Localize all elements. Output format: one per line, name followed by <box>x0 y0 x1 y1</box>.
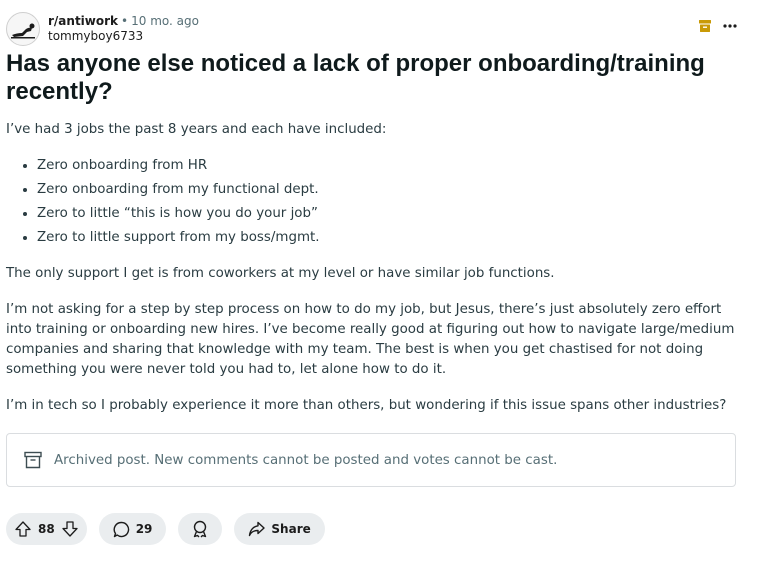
subreddit-link[interactable]: r/antiwork <box>48 14 118 28</box>
post-top-actions <box>699 20 737 32</box>
award-icon <box>192 520 208 538</box>
list-item: Zero to little “this is how you do your … <box>37 204 320 228</box>
post-paragraph: The only support I get is from coworkers… <box>6 266 555 281</box>
archive-icon <box>699 20 711 32</box>
post-action-bar: 88 29 Share <box>6 513 325 545</box>
list-item: Zero to little support from my boss/mgmt… <box>37 228 320 252</box>
downvote-icon[interactable] <box>61 520 79 538</box>
list-item: Zero onboarding from HR <box>37 156 320 180</box>
comment-count: 29 <box>135 522 153 536</box>
post-paragraph: I’m not asking for a step by step proces… <box>6 302 735 377</box>
bullet-list: Zero onboarding from HR Zero onboarding … <box>6 156 320 252</box>
more-options-icon[interactable] <box>723 24 737 28</box>
comment-icon <box>113 521 130 538</box>
vote-count: 88 <box>38 522 55 536</box>
post-title[interactable]: Has anyone else noticed a lack of proper… <box>6 50 726 106</box>
share-label: Share <box>271 522 311 536</box>
subreddit-avatar-icon[interactable] <box>6 12 40 46</box>
award-button[interactable] <box>178 513 223 545</box>
post-intro: I’ve had 3 jobs the past 8 years and eac… <box>6 122 387 137</box>
meta-separator: • <box>121 14 129 28</box>
upvote-icon[interactable] <box>14 520 32 538</box>
post-paragraph: I’m in tech so I probably experience it … <box>6 398 727 413</box>
post-meta: r/antiwork • 10 mo. ago tommyboy6733 <box>48 14 199 44</box>
post-header: r/antiwork • 10 mo. ago tommyboy6733 <box>6 12 199 46</box>
archived-notice: Archived post. New comments cannot be po… <box>6 433 736 487</box>
archive-box-icon <box>24 451 42 469</box>
vote-control: 88 <box>6 513 87 545</box>
share-button[interactable]: Share <box>234 513 325 545</box>
post-time: 10 mo. ago <box>131 14 199 28</box>
comments-button[interactable]: 29 <box>98 513 167 545</box>
archived-text: Archived post. New comments cannot be po… <box>54 452 558 468</box>
list-item: Zero onboarding from my functional dept. <box>37 180 320 204</box>
share-icon <box>248 521 266 537</box>
author-link[interactable]: tommyboy6733 <box>48 29 199 44</box>
